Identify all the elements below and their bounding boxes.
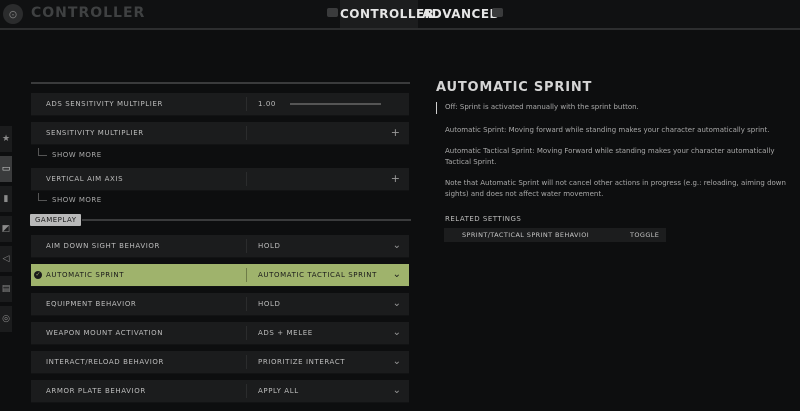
row-label: VERTICAL AIM AXIS — [46, 175, 124, 183]
equipment-behavior-row[interactable]: EQUIPMENT BEHAVIOR HOLD ⌄ — [31, 293, 409, 316]
selected-check-icon: ✓ — [34, 271, 42, 279]
section-gameplay-label: GAMEPLAY — [30, 214, 82, 226]
ads-sensitivity-slider[interactable] — [290, 103, 381, 105]
expand-plus-icon[interactable]: + — [391, 168, 400, 190]
row-label: WEAPON MOUNT ACTIVATION — [46, 329, 164, 337]
account-icon[interactable]: ▤ — [0, 276, 12, 302]
row-separator — [246, 326, 247, 340]
chevron-down-icon[interactable]: ⌄ — [393, 235, 401, 257]
star-icon[interactable]: ★ — [0, 126, 12, 152]
chevron-down-icon[interactable]: ⌄ — [393, 264, 401, 286]
row-separator — [246, 172, 247, 186]
expand-plus-icon[interactable]: + — [391, 122, 400, 144]
side-nav: ★ ▭ ▮ ◩ ◁ ▤ ◎ — [0, 126, 13, 340]
row-label: ARMOR PLATE BEHAVIOR — [46, 387, 146, 395]
row-separator — [246, 268, 247, 282]
sensitivity-multiplier-row[interactable]: SENSITIVITY MULTIPLIER + — [31, 122, 409, 145]
menu-badge-icon[interactable]: ⊙ — [3, 4, 23, 24]
chevron-down-icon[interactable]: ⌄ — [393, 380, 401, 402]
chevron-down-icon[interactable]: ⌄ — [393, 351, 401, 373]
ads-sensitivity-row[interactable]: ADS SENSITIVITY MULTIPLIER 1.00 — [31, 93, 409, 116]
related-setting-value: TOGGLE — [630, 231, 660, 239]
related-setting-row[interactable]: SPRINT/TACTICAL SPRINT BEHAVIOI TOGGLE — [444, 228, 666, 242]
show-more-link[interactable]: SHOW MORE — [52, 151, 102, 159]
chevron-down-icon[interactable]: ⌄ — [393, 293, 401, 315]
detail-paragraph: Note that Automatic Sprint will not canc… — [445, 179, 786, 198]
row-separator — [246, 297, 247, 311]
row-value: PRIORITIZE INTERACT — [258, 358, 346, 366]
tab-controller[interactable]: CONTROLLER — [340, 0, 434, 30]
row-separator — [246, 355, 247, 369]
related-setting-label: SPRINT/TACTICAL SPRINT BEHAVIOI — [462, 231, 590, 239]
controller-icon[interactable]: ▭ — [0, 156, 12, 182]
row-separator — [246, 384, 247, 398]
vertical-aim-axis-row[interactable]: VERTICAL AIM AXIS + — [31, 168, 409, 191]
row-value: AUTOMATIC TACTICAL SPRINT — [258, 271, 377, 279]
interface-icon[interactable]: ◩ — [0, 216, 12, 242]
related-settings-heading: RELATED SETTINGS — [445, 215, 522, 223]
detail-paragraph: Automatic Tactical Sprint: Moving Forwar… — [445, 147, 775, 166]
detail-accent-bar — [436, 102, 437, 114]
interact-reload-behavior-row[interactable]: INTERACT/RELOAD BEHAVIOR PRIORITIZE INTE… — [31, 351, 409, 374]
row-value: APPLY ALL — [258, 387, 299, 395]
tab-advanced[interactable]: ADVANCED — [422, 0, 500, 30]
page-title: CONTROLLER — [31, 5, 146, 21]
tree-branch — [38, 148, 47, 156]
audio-icon[interactable]: ◁ — [0, 246, 12, 272]
weapon-mount-activation-row[interactable]: WEAPON MOUNT ACTIVATION ADS + MELEE ⌄ — [31, 322, 409, 345]
next-tab-key-icon — [492, 8, 503, 17]
detail-panel: AUTOMATIC SPRINT Off: Sprint is activate… — [436, 80, 796, 242]
show-more-link[interactable]: SHOW MORE — [52, 196, 102, 204]
detail-title: AUTOMATIC SPRINT — [436, 80, 593, 95]
network-icon[interactable]: ◎ — [0, 306, 12, 332]
detail-paragraph: Automatic Sprint: Moving forward while s… — [445, 126, 770, 134]
row-label: AUTOMATIC SPRINT — [46, 271, 125, 279]
tree-branch — [38, 193, 47, 201]
row-label: SENSITIVITY MULTIPLIER — [46, 129, 144, 137]
top-bar: ⊙ CONTROLLER CONTROLLER ADVANCED — [0, 0, 800, 30]
row-label: INTERACT/RELOAD BEHAVIOR — [46, 358, 164, 366]
row-value: HOLD — [258, 242, 281, 250]
aim-down-sight-behavior-row[interactable]: AIM DOWN SIGHT BEHAVIOR HOLD ⌄ — [31, 235, 409, 258]
prev-tab-key-icon — [327, 8, 338, 17]
automatic-sprint-row[interactable]: ✓ AUTOMATIC SPRINT AUTOMATIC TACTICAL SP… — [31, 264, 409, 287]
row-separator — [246, 97, 247, 111]
chevron-down-icon[interactable]: ⌄ — [393, 322, 401, 344]
row-label: EQUIPMENT BEHAVIOR — [46, 300, 137, 308]
row-value: 1.00 — [258, 100, 276, 108]
section-divider — [82, 219, 411, 221]
list-top-divider — [31, 82, 410, 84]
weapon-icon[interactable]: ▮ — [0, 186, 12, 212]
armor-plate-behavior-row[interactable]: ARMOR PLATE BEHAVIOR APPLY ALL ⌄ — [31, 380, 409, 403]
row-separator — [246, 126, 247, 140]
row-label: AIM DOWN SIGHT BEHAVIOR — [46, 242, 160, 250]
row-value: HOLD — [258, 300, 281, 308]
row-separator — [246, 239, 247, 253]
detail-paragraph: Off: Sprint is activated manually with t… — [445, 103, 639, 111]
tab-underline — [0, 28, 800, 30]
row-value: ADS + MELEE — [258, 329, 313, 337]
row-label: ADS SENSITIVITY MULTIPLIER — [46, 100, 163, 108]
